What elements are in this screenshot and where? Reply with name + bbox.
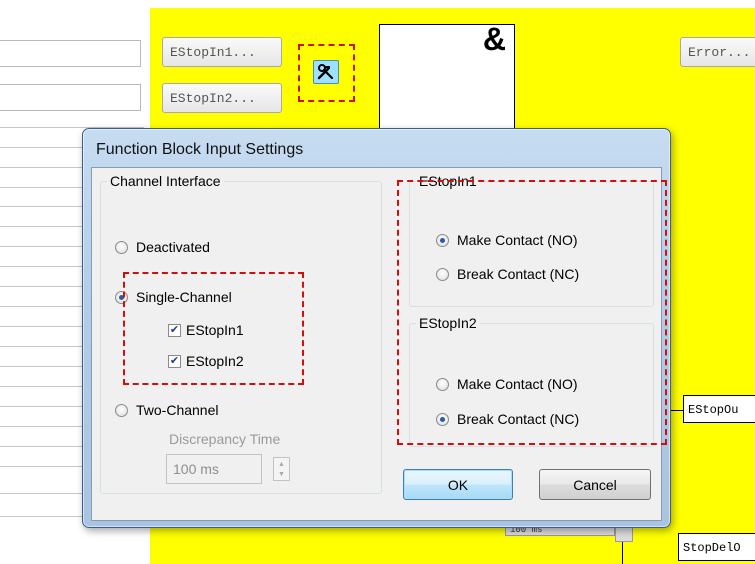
spin-down-icon: ▼ xyxy=(278,471,285,478)
in1-break-contact-option[interactable]: Break Contact (NC) xyxy=(436,266,579,282)
output-wire xyxy=(622,542,623,564)
estop-in2-pin-button[interactable]: EStopIn2... xyxy=(162,83,282,113)
function-block-input-settings-dialog: Function Block Input Settings Channel In… xyxy=(82,128,671,528)
two-channel-label: Two-Channel xyxy=(136,402,219,418)
output-wire xyxy=(671,410,683,411)
in1-break-contact-label: Break Contact (NC) xyxy=(457,266,580,282)
two-channel-radio[interactable] xyxy=(115,403,128,417)
and-logic-block[interactable]: & xyxy=(379,21,515,134)
channel-interface-group: Channel Interface Deactivated Single-Cha… xyxy=(100,173,382,494)
deactivated-radio[interactable] xyxy=(115,240,128,254)
in2-make-contact-option[interactable]: Make Contact (NO) xyxy=(436,376,578,392)
left-field-2[interactable] xyxy=(0,84,141,111)
estop-in2-group: EStopIn2 Make Contact (NO) Break Contact… xyxy=(409,315,654,447)
estop-in1-checkbox[interactable]: ✔ xyxy=(168,323,181,337)
deactivated-option[interactable]: Deactivated xyxy=(115,239,210,255)
discrepancy-time-input[interactable]: 100 ms xyxy=(166,454,262,484)
in2-break-contact-label: Break Contact (NC) xyxy=(457,411,580,427)
single-channel-option[interactable]: Single-Channel xyxy=(115,289,232,305)
estop-in1-group: EStopIn1 Make Contact (NO) Break Contact… xyxy=(409,173,654,307)
estop-in1-checkbox-label: EStopIn1 xyxy=(186,322,244,338)
time-value-field[interactable]: 100 ms xyxy=(505,527,615,536)
estop-in1-group-label: EStopIn1 xyxy=(416,173,480,189)
in2-break-contact-option[interactable]: Break Contact (NC) xyxy=(436,411,579,427)
estop-in2-group-label: EStopIn2 xyxy=(416,315,480,331)
time-spin-button[interactable] xyxy=(615,527,633,542)
estop-in2-checkbox[interactable]: ✔ xyxy=(168,354,181,368)
estop-in2-checkbox-option[interactable]: ✔ EStopIn2 xyxy=(168,353,244,369)
single-channel-radio[interactable] xyxy=(115,290,128,304)
in1-make-contact-option[interactable]: Make Contact (NO) xyxy=(436,232,578,248)
channel-interface-label: Channel Interface xyxy=(107,173,224,189)
deactivated-label: Deactivated xyxy=(136,239,210,255)
in2-break-contact-radio[interactable] xyxy=(436,412,449,426)
dialog-title: Function Block Input Settings xyxy=(96,141,304,158)
spin-up-icon: ▲ xyxy=(278,461,285,468)
and-symbol: & xyxy=(482,21,506,57)
in1-make-contact-label: Make Contact (NO) xyxy=(457,232,578,248)
estop-in1-checkbox-option[interactable]: ✔ EStopIn1 xyxy=(168,322,244,338)
stop-delay-out-box[interactable]: StopDelO xyxy=(678,533,755,561)
estop-in2-checkbox-label: EStopIn2 xyxy=(186,353,244,369)
in2-make-contact-label: Make Contact (NO) xyxy=(457,376,578,392)
estop-in1-pin-button[interactable]: EStopIn1... xyxy=(162,37,282,67)
hammer-wrench-icon[interactable] xyxy=(313,60,339,84)
discrepancy-time-label: Discrepancy Time xyxy=(169,431,281,447)
cancel-button[interactable]: Cancel xyxy=(539,469,651,500)
dialog-body: Channel Interface Deactivated Single-Cha… xyxy=(91,167,662,521)
two-channel-option[interactable]: Two-Channel xyxy=(115,402,219,418)
single-channel-label: Single-Channel xyxy=(136,289,232,305)
in1-make-contact-radio[interactable] xyxy=(436,233,449,247)
in1-break-contact-radio[interactable] xyxy=(436,267,449,281)
left-field-1[interactable] xyxy=(0,40,141,67)
ok-button[interactable]: OK xyxy=(403,469,513,500)
estop-out-box[interactable]: EStopOu xyxy=(683,395,755,423)
error-button[interactable]: Error... xyxy=(680,37,755,67)
in2-make-contact-radio[interactable] xyxy=(436,377,449,391)
discrepancy-time-spinner[interactable]: ▲ ▼ xyxy=(273,457,290,481)
